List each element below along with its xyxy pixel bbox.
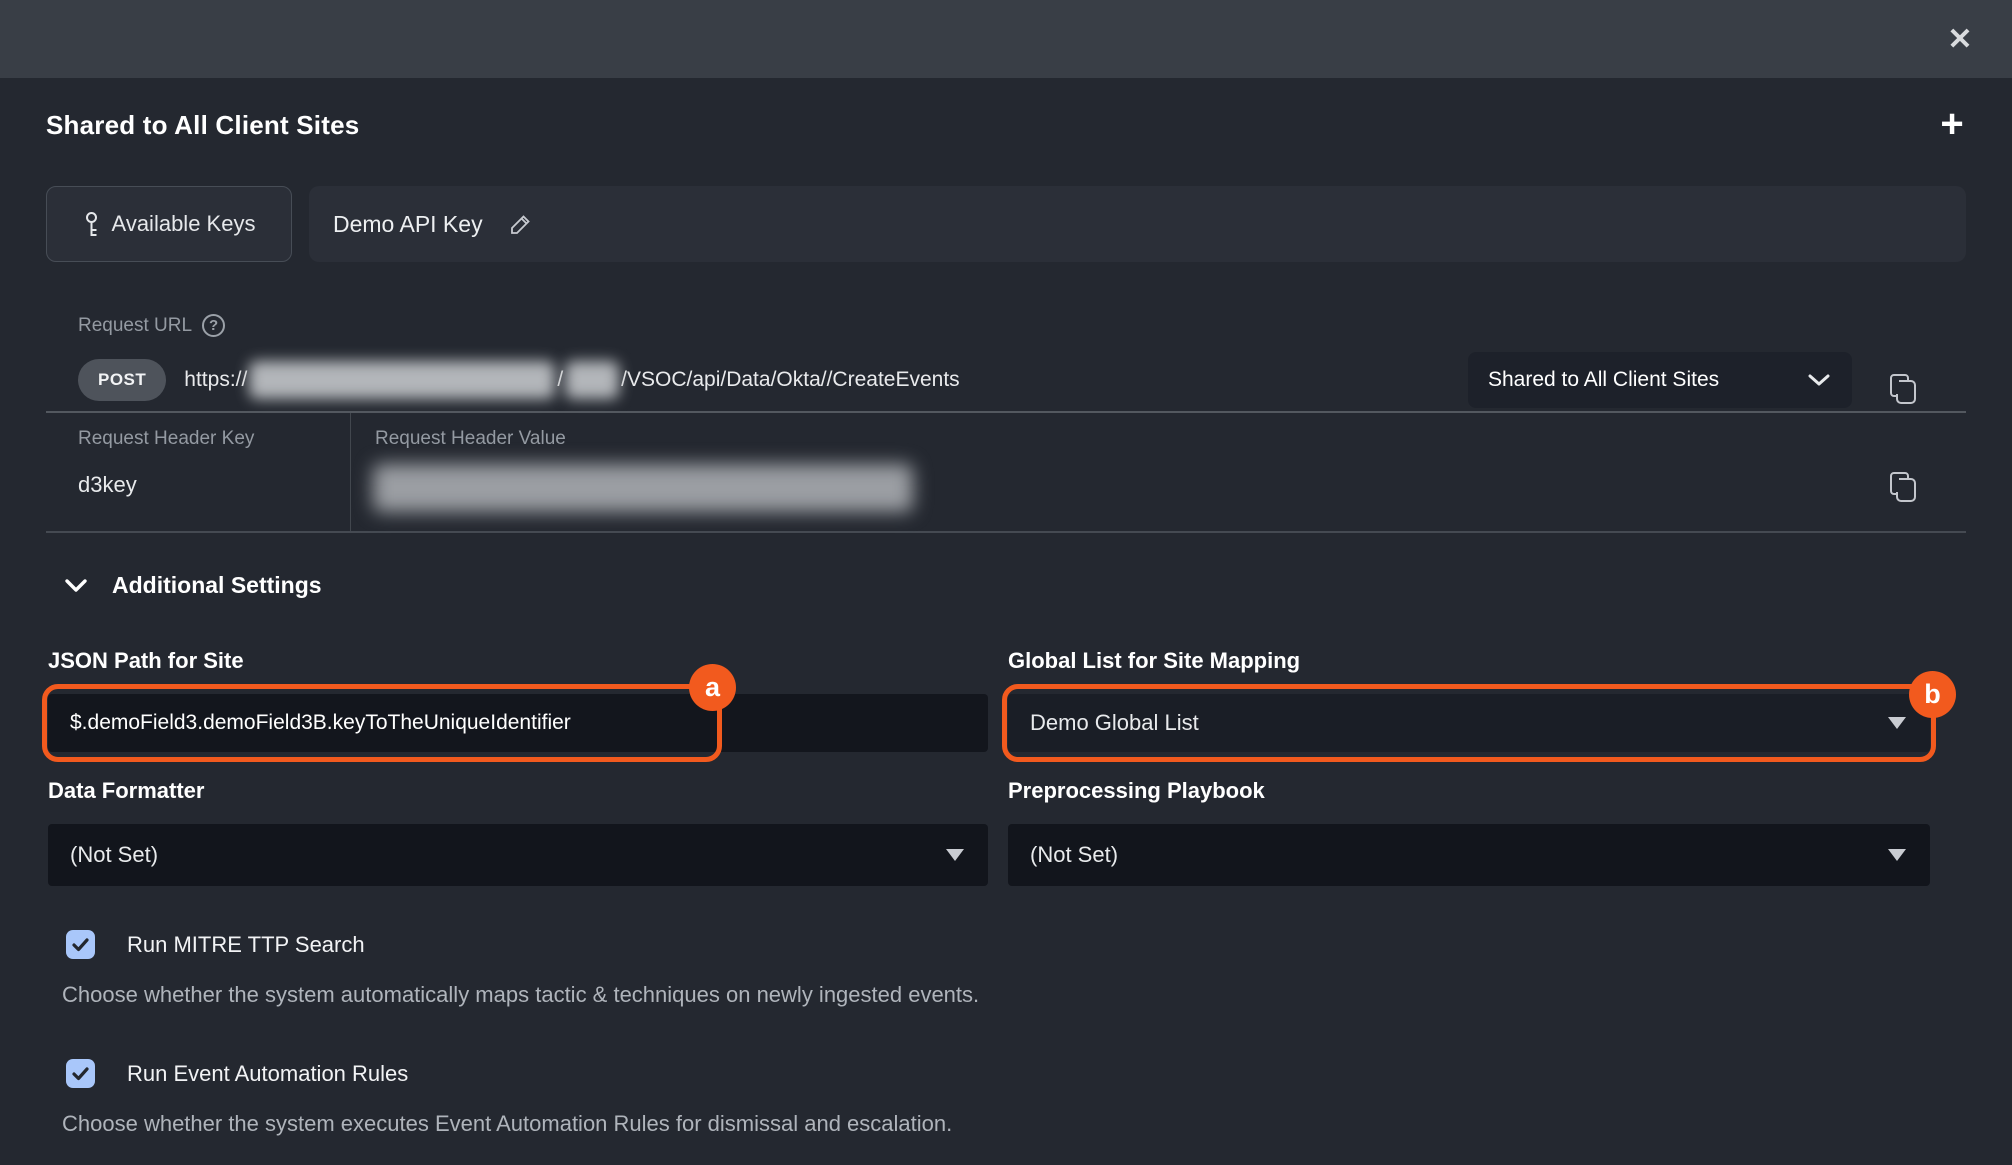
request-header-value-label: Request Header Value [375,428,566,450]
preprocessing-playbook-dropdown[interactable]: (Not Set) [1008,824,1930,886]
copy-header-icon[interactable] [1888,470,1920,504]
data-formatter-label: Data Formatter [48,778,204,804]
run-event-automation-checkbox[interactable] [66,1059,95,1088]
redacted-host-blur [249,361,555,399]
json-path-value: $.demoField3.demoField3B.keyToTheUniqueI… [70,711,571,735]
run-mitre-row: Run MITRE TTP Search [66,930,365,959]
available-keys-label: Available Keys [112,211,256,237]
additional-settings-title: Additional Settings [112,572,322,599]
chevron-down-icon [64,578,88,594]
caret-down-icon [1888,849,1906,861]
share-scope-dropdown[interactable]: Shared to All Client Sites [1468,352,1852,408]
redacted-header-value-blur [373,464,913,512]
http-method-badge: POST [78,359,166,401]
request-url-value: https:// / /VSOC/api/Data/Okta//CreateEv… [184,361,959,399]
copy-url-icon[interactable] [1888,372,1920,406]
available-keys-button[interactable]: Available Keys [46,186,292,262]
edit-pencil-icon[interactable] [509,212,533,236]
global-list-label: Global List for Site Mapping [1008,648,1300,674]
request-url-label: Request URL [78,315,192,337]
data-formatter-dropdown[interactable]: (Not Set) [48,824,988,886]
run-mitre-checkbox[interactable] [66,930,95,959]
add-key-icon[interactable]: + [1928,100,1976,148]
divider [46,411,1966,413]
chevron-down-icon [1808,373,1830,387]
active-key-name: Demo API Key [333,211,483,238]
request-url-label-row: Request URL ? [78,314,225,337]
run-event-automation-row: Run Event Automation Rules [66,1059,408,1088]
run-event-automation-description: Choose whether the system executes Event… [62,1111,952,1137]
preprocessing-playbook-value: (Not Set) [1030,842,1118,868]
divider [350,413,351,531]
modal-top-bar [0,0,2012,78]
json-path-label: JSON Path for Site [48,648,244,674]
redacted-segment-blur [565,361,619,399]
caret-down-icon [1888,717,1906,729]
share-scope-value: Shared to All Client Sites [1488,368,1719,392]
caret-down-icon [946,849,964,861]
run-event-automation-label: Run Event Automation Rules [127,1061,408,1087]
json-path-input[interactable]: $.demoField3.demoField3B.keyToTheUniqueI… [48,694,988,752]
preprocessing-playbook-label: Preprocessing Playbook [1008,778,1265,804]
help-icon[interactable]: ? [202,314,225,337]
global-list-dropdown[interactable]: Demo Global List [1008,694,1930,752]
divider [46,531,1966,533]
data-formatter-value: (Not Set) [70,842,158,868]
page-title: Shared to All Client Sites [46,110,359,141]
run-mitre-description: Choose whether the system automatically … [62,982,979,1008]
additional-settings-toggle[interactable]: Additional Settings [64,572,322,599]
run-mitre-label: Run MITRE TTP Search [127,932,365,958]
request-header-key-value[interactable]: d3key [78,472,137,498]
global-list-value: Demo Global List [1030,710,1199,736]
url-prefix: https:// [184,368,247,392]
key-icon [83,211,100,237]
url-visible-path: /VSOC/api/Data/Okta//CreateEvents [621,368,959,392]
active-key-panel: Demo API Key [309,186,1966,262]
url-separator: / [557,368,563,392]
api-key-settings-modal: ✕ Shared to All Client Sites + Available… [0,0,2012,1165]
close-icon[interactable]: ✕ [1938,18,1982,62]
request-header-key-label: Request Header Key [78,428,254,450]
request-url-row: POST https:// / /VSOC/api/Data/Okta//Cre… [78,352,960,408]
